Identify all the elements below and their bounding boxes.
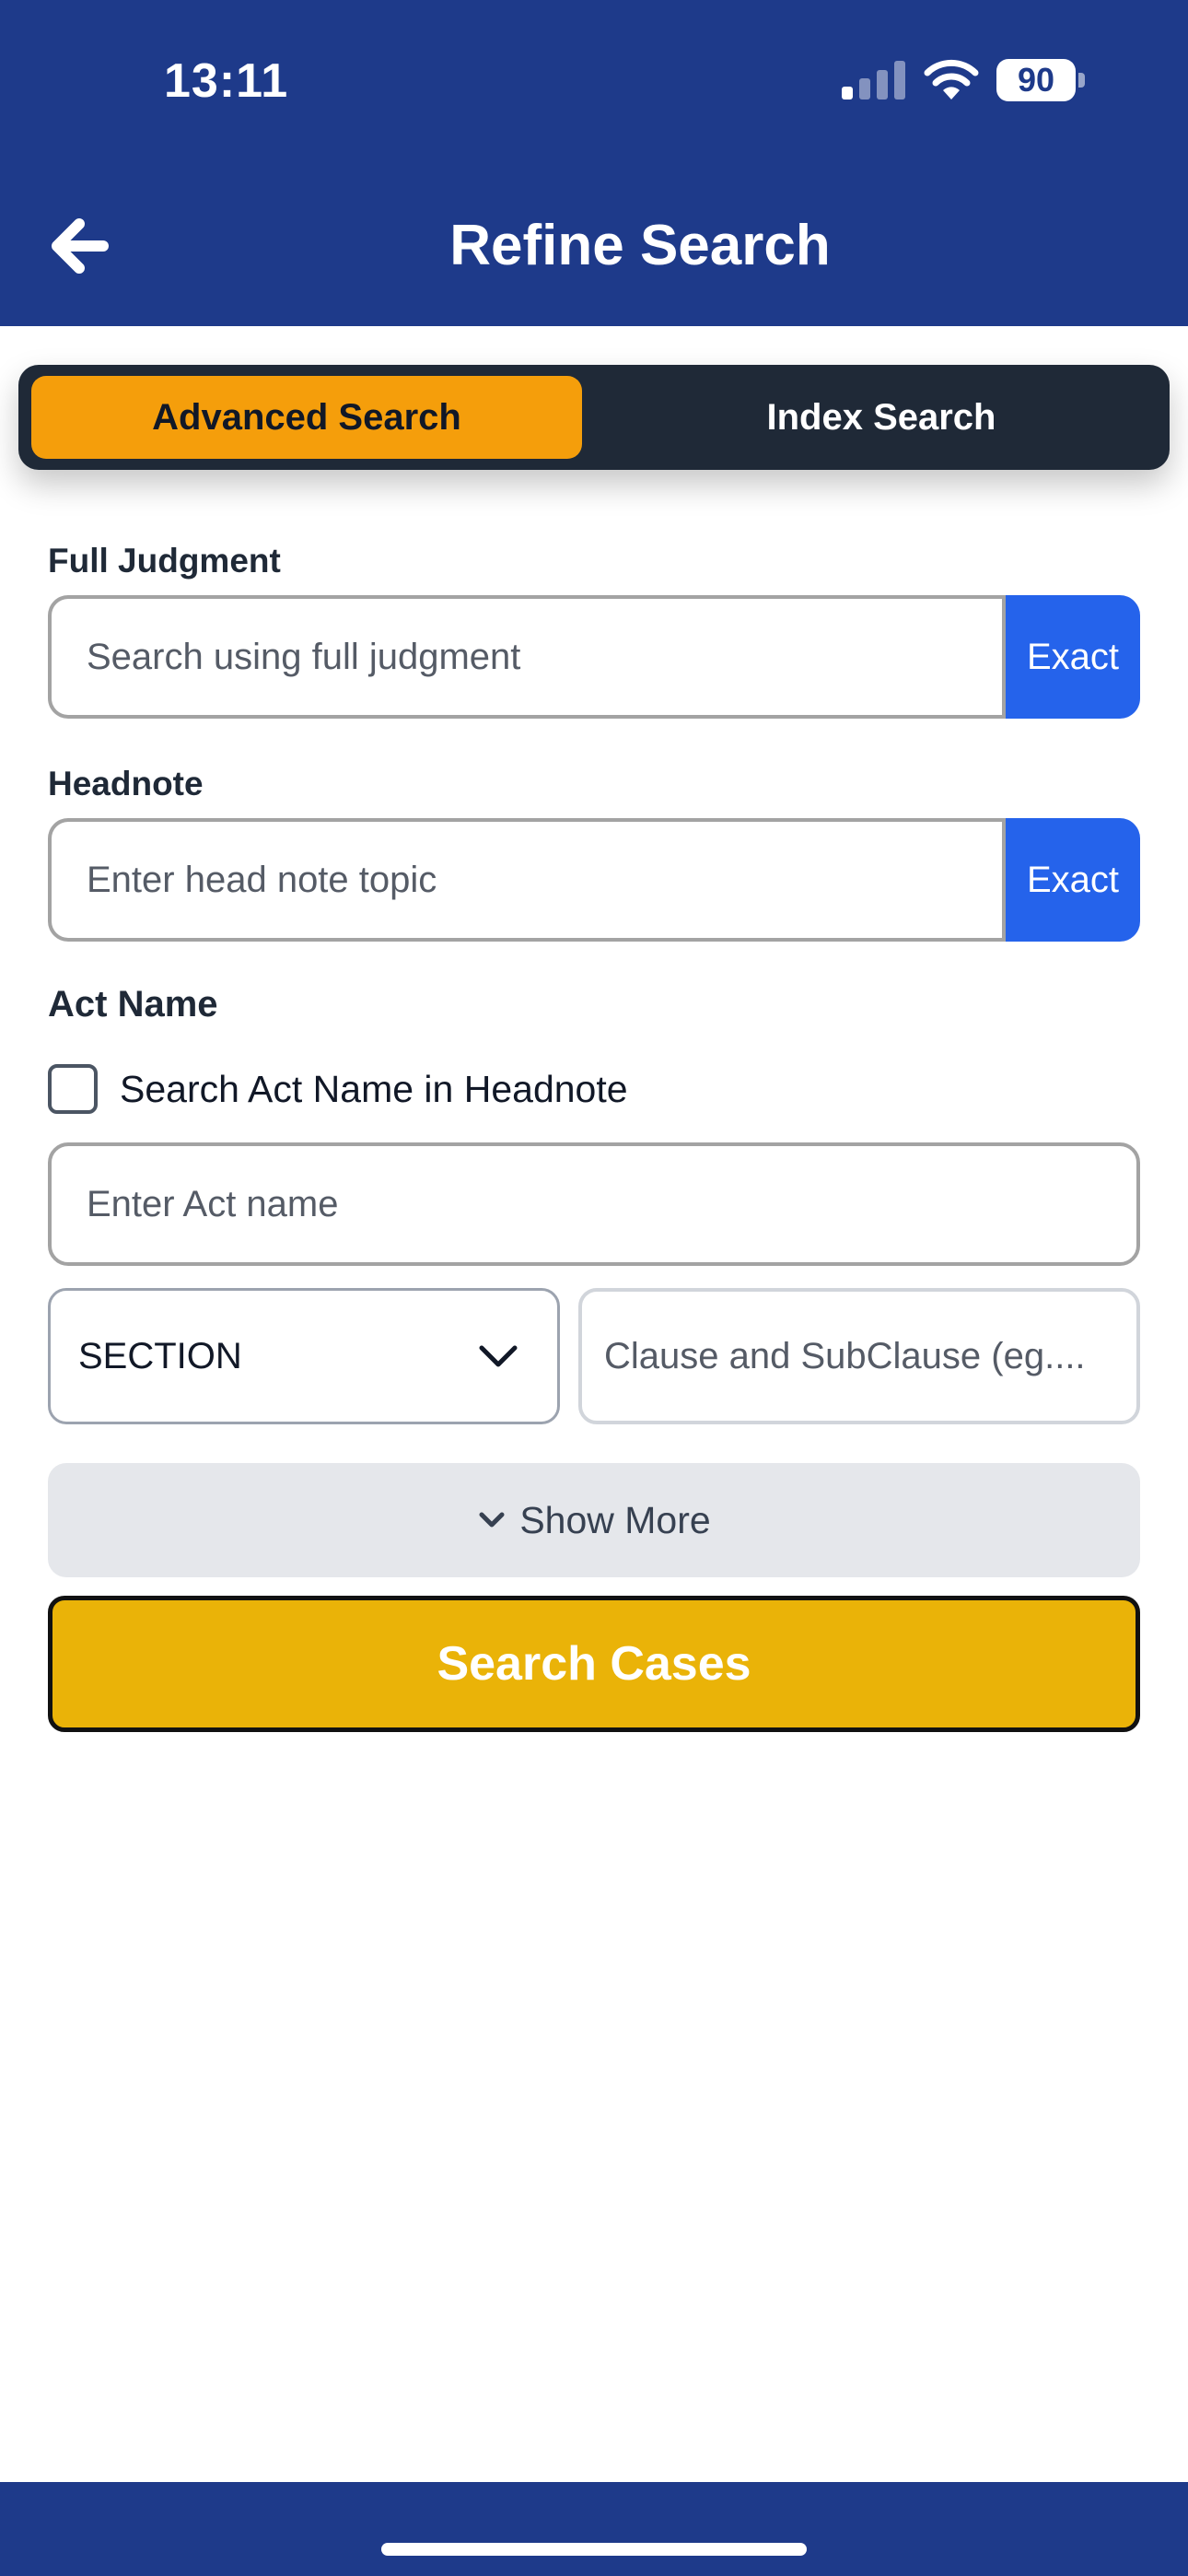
headnote-label: Headnote	[48, 765, 204, 802]
tab-advanced-search[interactable]: Advanced Search	[31, 376, 582, 459]
show-more-button[interactable]: Show More	[48, 1463, 1140, 1577]
page-title: Refine Search	[449, 214, 831, 277]
arrow-left-icon	[52, 218, 109, 274]
battery-level: 90	[1017, 61, 1055, 99]
tab-index-search[interactable]: Index Search	[608, 376, 1155, 459]
full-judgment-exact-button[interactable]: Exact	[1002, 595, 1140, 719]
act-headnote-checkbox[interactable]	[48, 1064, 98, 1114]
app-header: Refine Search	[0, 166, 1188, 326]
section-dropdown[interactable]: SECTION	[48, 1288, 560, 1424]
chevron-down-icon	[479, 1512, 505, 1528]
show-more-label: Show More	[519, 1498, 711, 1541]
search-tabs: Advanced Search Index Search	[18, 365, 1170, 470]
act-name-title: Act Name	[48, 984, 218, 1025]
signal-icon	[842, 61, 905, 100]
act-headnote-checkbox-row[interactable]: Search Act Name in Headnote	[48, 1061, 628, 1117]
headnote-field: Exact	[48, 818, 1140, 942]
back-button[interactable]	[37, 205, 120, 287]
clause-input[interactable]	[578, 1288, 1140, 1424]
wifi-icon	[924, 59, 979, 100]
chevron-down-icon	[479, 1345, 518, 1367]
headnote-input[interactable]	[48, 818, 1002, 942]
full-judgment-label: Full Judgment	[48, 542, 281, 580]
act-name-input[interactable]	[48, 1142, 1140, 1266]
section-dropdown-value: SECTION	[78, 1336, 242, 1376]
status-time: 13:11	[164, 54, 289, 108]
act-headnote-checkbox-label: Search Act Name in Headnote	[120, 1067, 628, 1110]
search-cases-button[interactable]: Search Cases	[48, 1596, 1140, 1732]
status-bar: 13:11 90	[0, 0, 1188, 166]
battery-icon: 90	[996, 59, 1085, 101]
home-indicator[interactable]	[381, 2543, 807, 2556]
headnote-exact-button[interactable]: Exact	[1002, 818, 1140, 942]
full-judgment-input[interactable]	[48, 595, 1002, 719]
full-judgment-field: Exact	[48, 595, 1140, 719]
bottom-bar	[0, 2482, 1188, 2576]
